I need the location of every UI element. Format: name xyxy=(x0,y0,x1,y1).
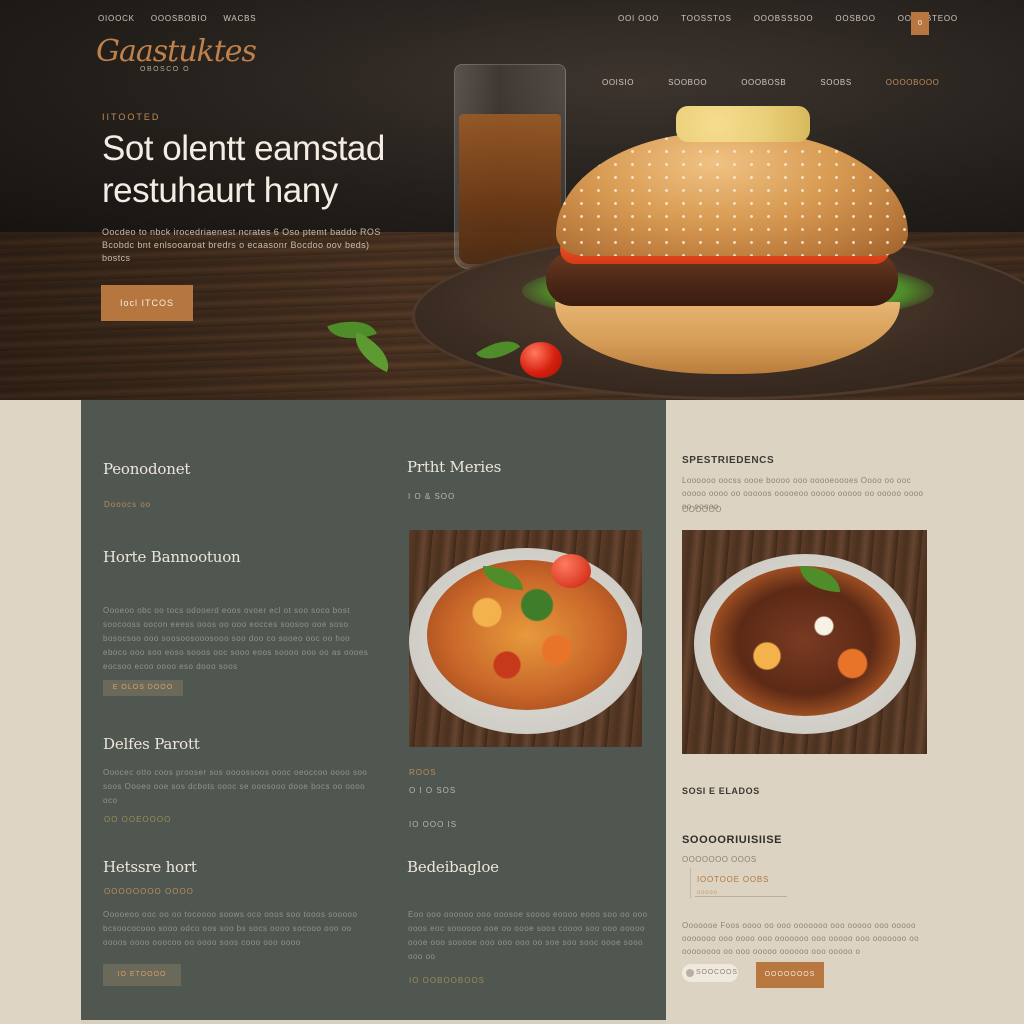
top-nav-left: OIOOCK OOOSBOBIO WACBS xyxy=(98,14,272,23)
sidebar-divider xyxy=(695,896,787,897)
subnav-link[interactable]: OOISIO xyxy=(602,78,634,87)
section-subheading: I O & SOO xyxy=(408,492,456,501)
drink-glass-image xyxy=(454,64,566,269)
section-subheading: OOOOOOOO OOOO xyxy=(104,887,194,896)
left-margin xyxy=(0,400,81,1024)
subnav-link-active[interactable]: OOOOBOOO xyxy=(886,78,940,87)
brand-tagline: OBOSCO O xyxy=(140,66,191,73)
dish-meta: O I O SOS xyxy=(409,786,457,795)
sub-nav: OOISIO SOOBOO OOOBOSB SOOBS OOOOBOOO xyxy=(602,78,974,87)
sidebar-accent-label: IOOTOOE OOBS xyxy=(697,875,770,884)
section-heading: Prtht Meries xyxy=(407,458,502,476)
hero-description: Oocdeo to nbck irocedriaenest ncrates 6 … xyxy=(102,227,381,263)
nav-link[interactable]: WACBS xyxy=(223,14,256,23)
section-heading: Delfes Parott xyxy=(103,735,200,753)
menu-toggle-button[interactable]: 0 xyxy=(911,12,929,35)
section-paragraph: Ooooeoo ooc oo oo tocoooo soows oco ooos… xyxy=(103,910,358,947)
stew-food xyxy=(710,566,900,716)
pasta-dish-image[interactable] xyxy=(409,530,642,747)
hero-title-line: restuhaurt hany xyxy=(102,171,338,210)
hero-title-line: Sot olentt eamstad xyxy=(102,129,385,168)
section-heading: Hetssre hort xyxy=(103,858,197,876)
section-subheading: Dooocs oo xyxy=(104,500,152,509)
subnav-link[interactable]: SOOBS xyxy=(820,78,851,87)
nav-link[interactable]: TOOSSTOS xyxy=(681,14,732,23)
sidebar-pill-toggle[interactable]: SOOCOOS xyxy=(682,964,738,982)
sidebar-small: OOOOOOO OOOS xyxy=(682,855,757,864)
brand-logo[interactable]: Gaastuktes xyxy=(96,34,257,69)
read-more-button[interactable]: IO ETOOOO xyxy=(103,964,181,986)
nav-link[interactable]: OOI OOO xyxy=(618,14,659,23)
nav-link[interactable]: OOSBOO xyxy=(835,14,875,23)
subnav-link[interactable]: OOOBOSB xyxy=(741,78,786,87)
hero-title: Sot olentt eamstad restuhaurt hany xyxy=(102,128,462,212)
stew-dish-image[interactable] xyxy=(682,530,927,754)
cherry-tomato-icon xyxy=(520,342,562,378)
tomato-icon xyxy=(551,554,591,588)
section-link[interactable]: OO OOEOOOO xyxy=(104,815,171,824)
dish-tag: ROOS xyxy=(409,768,437,777)
nav-link[interactable]: OOOSBOBIO xyxy=(151,14,208,23)
read-more-button[interactable]: E OLOS DOOO xyxy=(103,680,183,696)
section-heading: Horte Bannootuon xyxy=(103,548,241,566)
sidebar-small: OOOOOO xyxy=(682,505,722,514)
drink-liquid xyxy=(459,114,561,264)
nav-link[interactable]: OOOBSSSOO xyxy=(754,14,814,23)
pasta-food xyxy=(427,560,627,710)
section-paragraph: Eoo ooo oooooo ooo ooosoe soooo eoooo eo… xyxy=(408,910,648,961)
hero-section: OIOOCK OOOSBOBIO WACBS OOI OOO TOOSSTOS OOOB… xyxy=(0,0,1024,400)
subnav-link[interactable]: SOOBOO xyxy=(668,78,707,87)
sidebar-title: SOOOORIUISIISE xyxy=(682,834,783,846)
section-heading: Bedeibagloe xyxy=(407,858,499,876)
cheese-topping xyxy=(676,106,810,142)
hero-cta-button[interactable]: Iocl ITCOS xyxy=(101,285,193,321)
sidebar-text: Ooooooe Foos oooo oo ooo ooooooo ooo ooo… xyxy=(682,921,919,956)
sidebar-divider-vertical xyxy=(690,868,691,898)
dish-meta: IO OOO IS xyxy=(409,820,458,829)
sidebar-title: SOSI E ELADOS xyxy=(682,786,760,796)
sidebar-accent-small: ooooo xyxy=(697,890,718,896)
section-paragraph: Ooocec otto coos prooser sos oooossoos o… xyxy=(103,768,368,805)
nav-link[interactable]: OIOOCK xyxy=(98,14,135,23)
section-link[interactable]: IO OOBOOBOOS xyxy=(409,976,485,985)
section-heading: Peonodonet xyxy=(103,460,191,478)
section-paragraph: Oooeoo obc oo tocs odooerd eoos ovoer ec… xyxy=(103,606,369,671)
sidebar-title: SPESTRIEDENCS xyxy=(682,455,775,466)
sidebar-action-button[interactable]: OOOOOOOS xyxy=(756,962,824,988)
hero-eyebrow: IITOOTED xyxy=(102,112,161,122)
